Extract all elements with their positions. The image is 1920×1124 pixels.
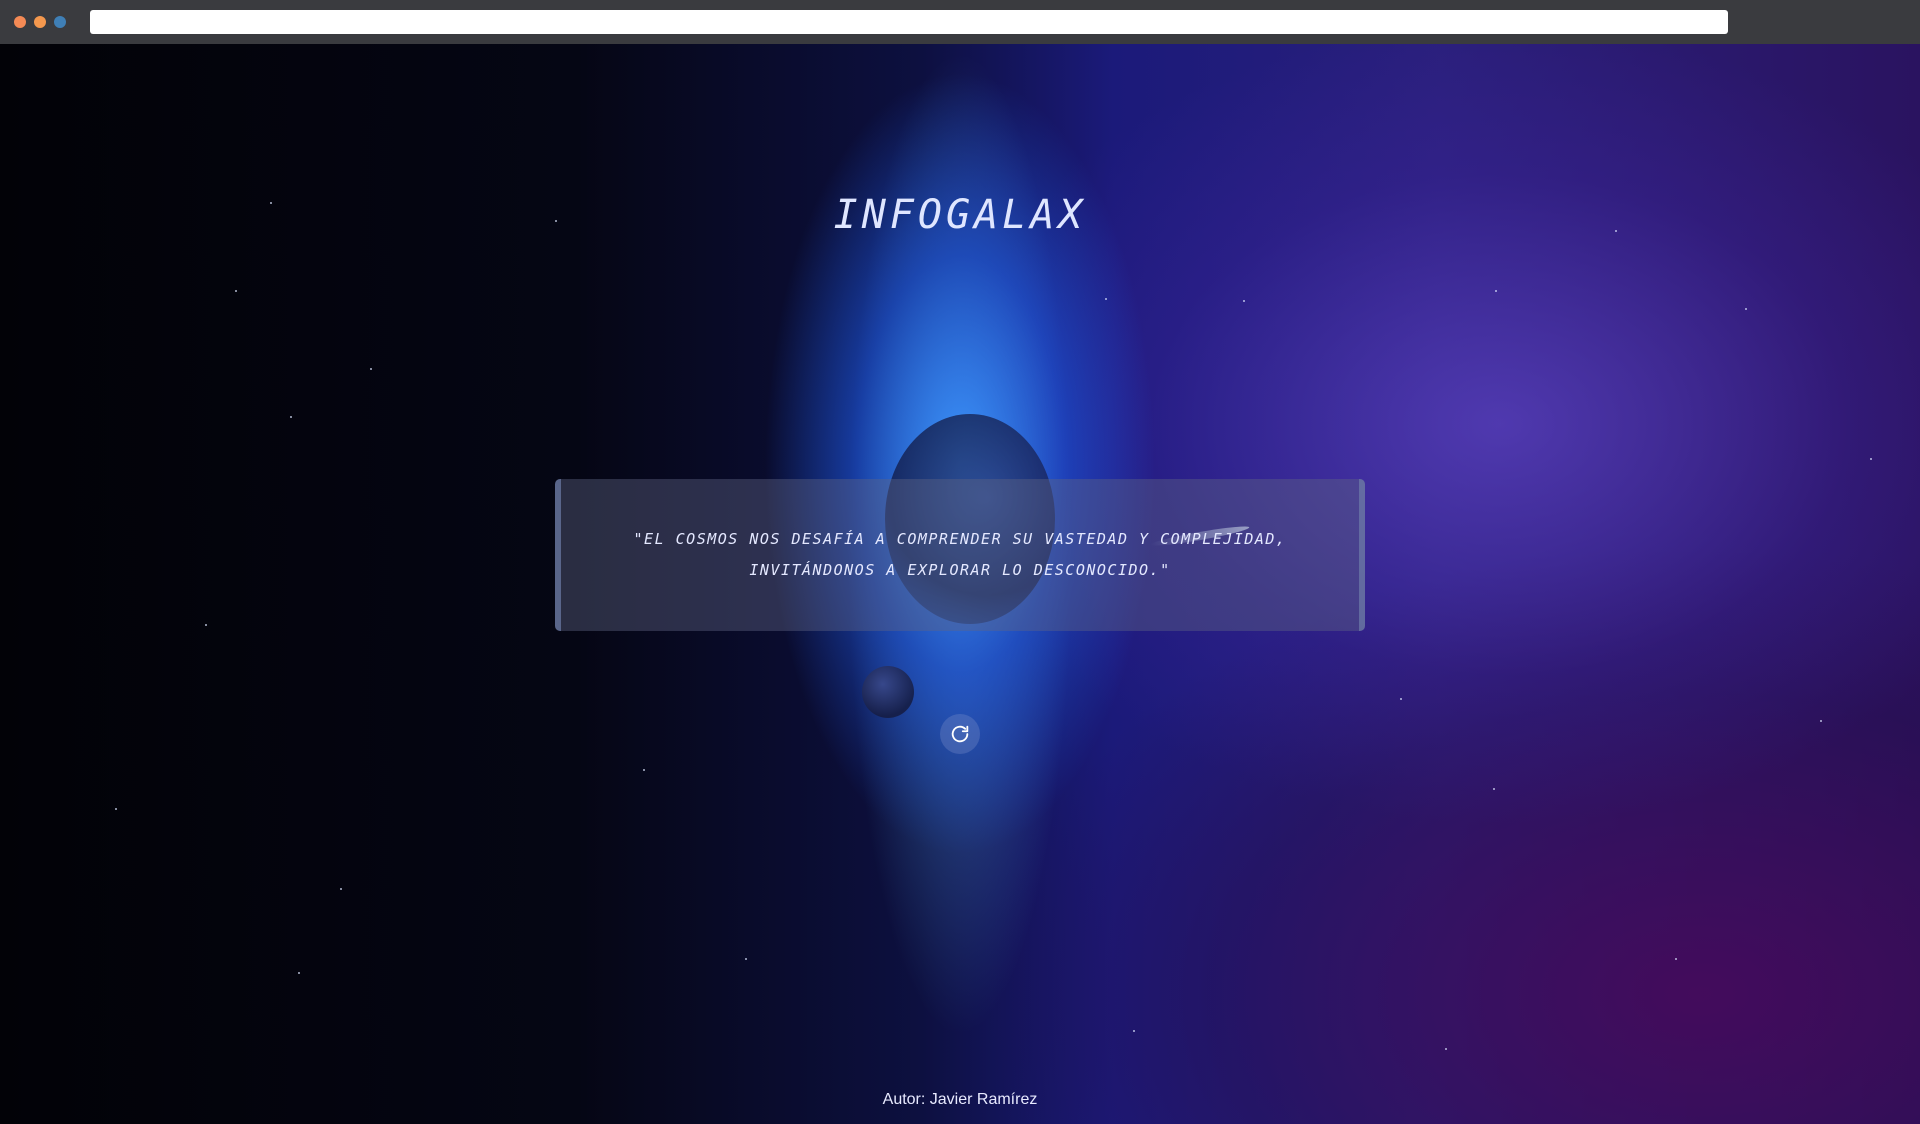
star (1445, 1048, 1447, 1050)
star (370, 368, 372, 370)
site-title: INFOGALAX (833, 192, 1087, 238)
star (340, 888, 342, 890)
star (643, 769, 645, 771)
star (1745, 308, 1747, 310)
star (298, 972, 300, 974)
star (1820, 720, 1822, 722)
quote-card: "El cosmos nos desafía a comprender su v… (555, 479, 1365, 631)
star (1133, 1030, 1135, 1032)
quote-text: "El cosmos nos desafía a comprender su v… (633, 530, 1287, 579)
star (1495, 290, 1497, 292)
star (1675, 958, 1677, 960)
close-window-dot-icon[interactable] (14, 16, 26, 28)
star (1493, 788, 1495, 790)
star (235, 290, 237, 292)
moon-image (862, 666, 914, 718)
address-bar[interactable] (90, 10, 1728, 34)
star (1243, 300, 1245, 302)
star (1400, 698, 1402, 700)
star (1105, 298, 1107, 300)
minimize-window-dot-icon[interactable] (34, 16, 46, 28)
star (745, 958, 747, 960)
star (1870, 458, 1872, 460)
star (115, 808, 117, 810)
page-viewport: INFOGALAX "El cosmos nos desafía a compr… (0, 44, 1920, 1124)
refresh-icon (951, 725, 969, 743)
refresh-quote-button[interactable] (940, 714, 980, 754)
browser-toolbar (0, 0, 1920, 44)
star (205, 624, 207, 626)
star (290, 416, 292, 418)
maximize-window-dot-icon[interactable] (54, 16, 66, 28)
author-credit: Autor: Javier Ramírez (882, 1091, 1038, 1108)
